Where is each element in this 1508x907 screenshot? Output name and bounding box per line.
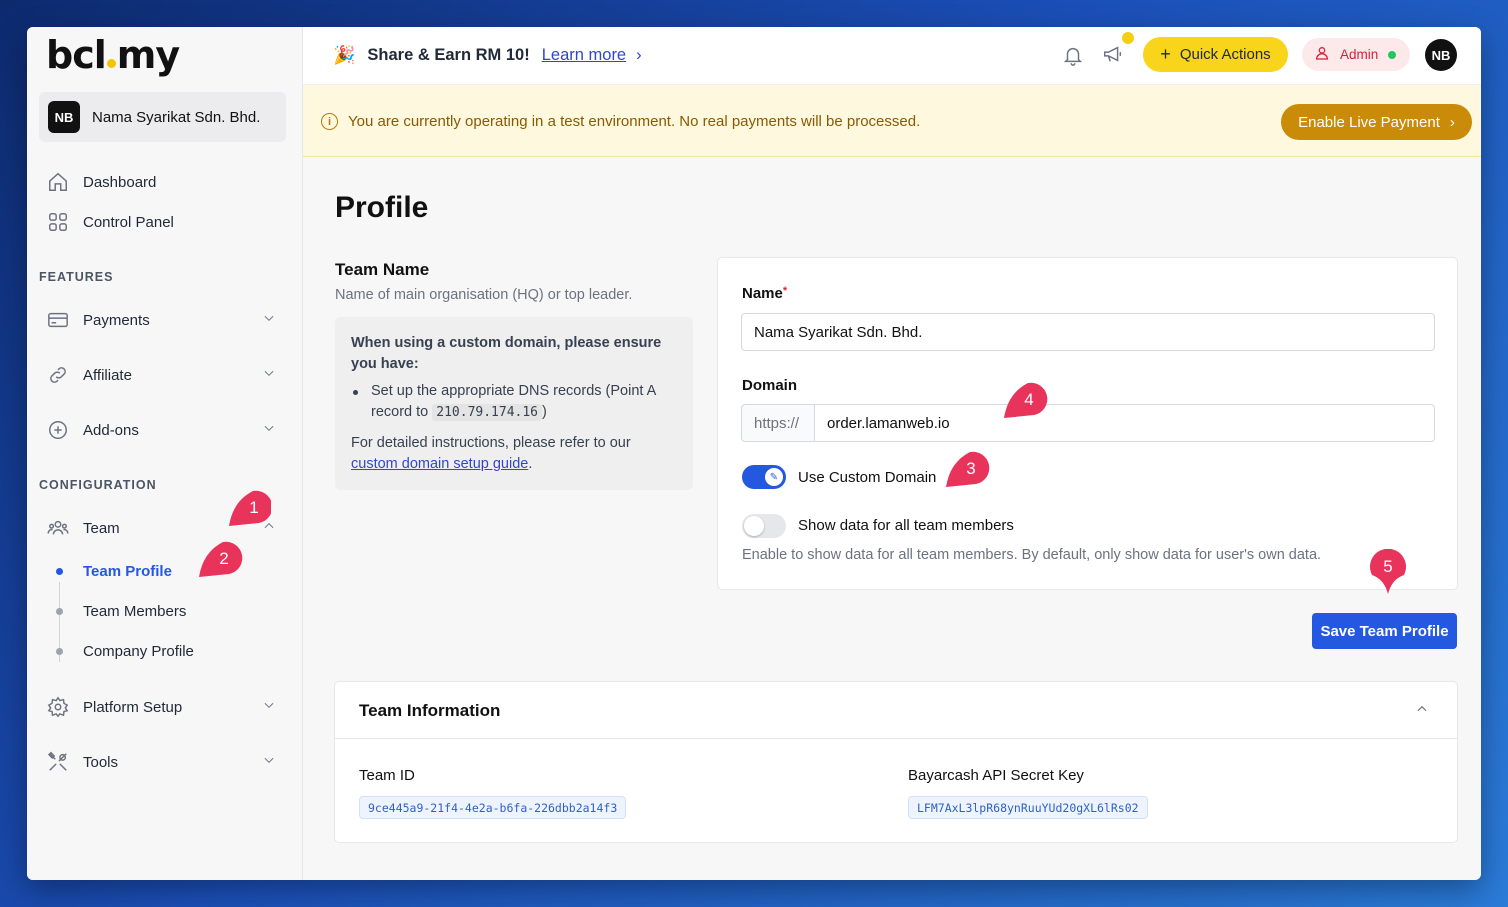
note-heading: When using a custom domain, please ensur… <box>351 335 662 372</box>
party-popper-icon: 🎉 <box>333 45 356 65</box>
chevron-down-icon <box>262 421 276 439</box>
active-dot <box>56 568 63 575</box>
sidebar: bcl my NB Nama Syarikat Sdn. Bhd. Dashboa… <box>27 27 303 880</box>
tools-icon <box>47 751 67 771</box>
plus-circle-icon <box>49 421 67 439</box>
chevron-down-icon <box>262 366 276 384</box>
chevron-up-icon[interactable] <box>1415 702 1429 721</box>
home-icon <box>49 172 67 191</box>
team-id-value[interactable]: 9ce445a9-21f4-4e2a-b6fa-226dbb2a14f3 <box>359 796 627 819</box>
announcement-button[interactable] <box>1102 32 1134 70</box>
note-bullet: Set up the appropriate DNS records (Poin… <box>351 381 677 423</box>
edit-icon: ✎ <box>765 468 783 486</box>
section-label-features: FEATURES <box>39 270 114 284</box>
sidebar-item-add-ons[interactable]: Add-ons <box>47 419 274 441</box>
card-icon <box>48 312 68 328</box>
domain-label: Domain <box>742 377 798 394</box>
required-mark: * <box>782 285 788 297</box>
chevron-right-icon: › <box>1449 113 1455 131</box>
chevron-down-icon <box>262 698 276 716</box>
custom-domain-note: When using a custom domain, please ensur… <box>335 317 693 490</box>
api-key-value[interactable]: LFM7AxL3lpR68ynRuuYUd20gXL6lRs02 <box>908 796 1148 819</box>
app-window: bcl my NB Nama Syarikat Sdn. Bhd. Dashboa… <box>27 27 1481 880</box>
show-data-toggle[interactable] <box>742 514 786 538</box>
name-label: Name* <box>742 285 788 302</box>
learn-more-link[interactable]: Learn more <box>542 46 626 65</box>
grid-icon <box>49 213 67 231</box>
custom-domain-guide-link[interactable]: custom domain setup guide <box>351 456 528 472</box>
sidebar-item-payments[interactable]: Payments <box>47 309 274 331</box>
sidebar-subitem-company-profile[interactable]: Company Profile <box>83 643 194 660</box>
promo-title: Share & Earn RM 10! <box>367 46 530 64</box>
domain-prefix: https:// <box>741 404 815 442</box>
callout-marker-1: 1 <box>229 489 271 527</box>
name-field[interactable]: Nama Syarikat Sdn. Bhd. <box>741 313 1435 351</box>
sidebar-subitem-team-members[interactable]: Team Members <box>83 603 186 620</box>
sidebar-item-team[interactable]: Team <box>47 517 274 539</box>
note-instructions: For detailed instructions, please refer … <box>351 435 631 472</box>
link-icon <box>50 367 66 383</box>
use-custom-domain-label: Use Custom Domain <box>798 469 937 486</box>
chevron-right-icon: › <box>636 46 642 64</box>
promo: 🎉 Share & Earn RM 10! Learn more › <box>333 45 642 66</box>
callout-marker-4: 4 <box>1004 381 1048 419</box>
toggle-knob <box>744 516 764 536</box>
org-switcher[interactable]: NB Nama Syarikat Sdn. Bhd. <box>39 92 286 142</box>
sidebar-item-dashboard[interactable]: Dashboard <box>47 171 156 193</box>
user-icon <box>1314 45 1330 64</box>
callout-marker-5: 5 <box>1368 549 1408 595</box>
plus-icon: + <box>1160 44 1171 64</box>
team-information-panel: Team Information Team ID 9ce445a9-21f4-4… <box>334 681 1458 843</box>
sidebar-item-platform-setup[interactable]: Platform Setup <box>47 696 274 718</box>
users-icon <box>47 520 69 535</box>
org-name: Nama Syarikat Sdn. Bhd. <box>92 108 261 126</box>
banner-message: You are currently operating in a test en… <box>348 113 921 130</box>
save-team-profile-button[interactable]: Save Team Profile <box>1312 613 1457 649</box>
top-bar: 🎉 Share & Earn RM 10! Learn more › + Qui… <box>303 27 1481 85</box>
team-id-label: Team ID <box>359 767 415 784</box>
brand-logo[interactable]: bcl my <box>46 33 180 77</box>
team-name-description: Name of main organisation (HQ) or top le… <box>335 287 633 303</box>
subitem-dot <box>56 648 63 655</box>
team-name-heading: Team Name <box>335 260 430 279</box>
subitem-dot <box>56 608 63 615</box>
use-custom-domain-toggle[interactable]: ✎ <box>742 465 786 489</box>
chevron-down-icon <box>262 311 276 329</box>
page-title: Profile <box>335 191 429 224</box>
settings-icon <box>47 696 69 718</box>
admin-badge[interactable]: Admin <box>1302 38 1410 71</box>
ip-address: 210.79.174.16 <box>432 404 543 421</box>
sidebar-item-control-panel[interactable]: Control Panel <box>47 211 174 233</box>
show-data-label: Show data for all team members <box>798 517 1014 534</box>
test-env-banner: i You are currently operating in a test … <box>303 85 1481 157</box>
show-data-hint: Enable to show data for all team members… <box>742 547 1322 563</box>
team-information-heading: Team Information <box>359 701 501 720</box>
chevron-down-icon <box>262 753 276 771</box>
info-icon: i <box>321 113 338 130</box>
sidebar-item-tools[interactable]: Tools <box>47 751 274 773</box>
sidebar-item-affiliate[interactable]: Affiliate <box>47 364 274 386</box>
online-status-dot <box>1388 50 1397 59</box>
bell-icon[interactable] <box>1062 44 1084 71</box>
org-badge: NB <box>48 101 80 133</box>
team-profile-form: Name* Nama Syarikat Sdn. Bhd. Domain htt… <box>717 257 1458 590</box>
megaphone-icon <box>1104 46 1122 62</box>
notification-dot <box>1122 32 1134 44</box>
api-key-label: Bayarcash API Secret Key <box>908 767 1084 784</box>
avatar[interactable]: NB <box>1425 39 1457 71</box>
domain-field[interactable]: order.lamanweb.io <box>814 404 1435 442</box>
logo-dot <box>106 59 116 68</box>
section-label-configuration: CONFIGURATION <box>39 478 157 492</box>
callout-marker-3: 3 <box>946 450 990 488</box>
quick-actions-button[interactable]: + Quick Actions <box>1143 37 1288 72</box>
team-information-header[interactable]: Team Information <box>335 682 1457 739</box>
sidebar-subitem-team-profile[interactable]: Team Profile <box>83 563 172 580</box>
callout-marker-2: 2 <box>199 540 243 578</box>
enable-live-payment-button[interactable]: Enable Live Payment › <box>1281 104 1472 140</box>
